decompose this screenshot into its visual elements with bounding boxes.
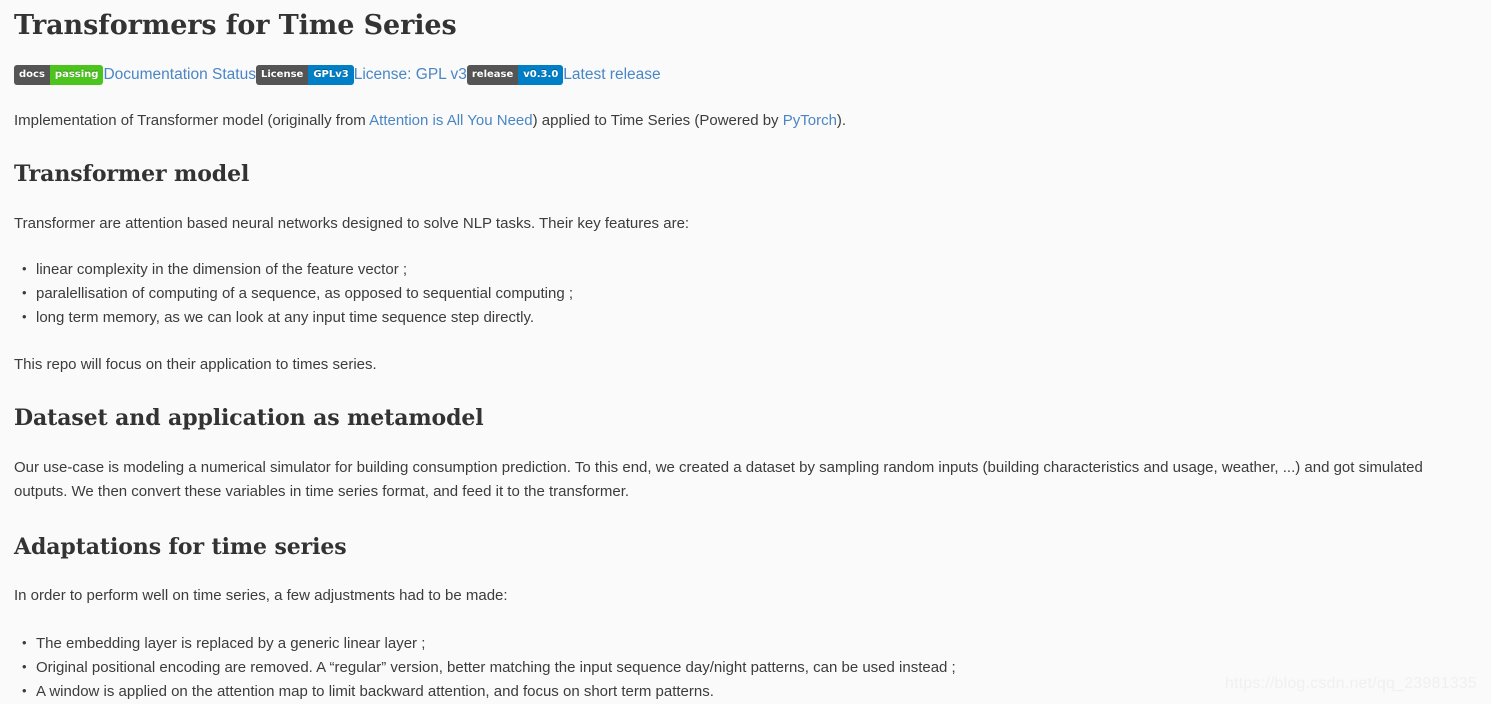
dataset-and-application-paragraph: Our use-case is modeling a numerical sim… xyxy=(14,458,1423,500)
license-link[interactable]: License: GPL v3 xyxy=(354,65,467,85)
adaptations-paragraph: In order to perform well on time series,… xyxy=(14,587,508,605)
docs-badge-right-label: passing xyxy=(49,65,104,86)
attention-paper-link[interactable]: Attention is All You Need xyxy=(369,112,532,129)
license-badge-left-label: License xyxy=(255,65,309,86)
list-item: paralellisation of computing of a sequen… xyxy=(22,281,1477,306)
list-item: long term memory, as we can look at any … xyxy=(22,305,1477,330)
release-badge[interactable]: release v0.3.0 xyxy=(466,65,564,86)
license-badge[interactable]: License GPLv3 xyxy=(255,65,354,86)
intro-text-part-3: ). xyxy=(836,112,847,130)
release-badge-right-label: v0.3.0 xyxy=(518,65,564,86)
transformer-model-closing-paragraph: This repo will focus on their applicatio… xyxy=(14,356,377,374)
section-heading-dataset-and-application: Dataset and application as metamodel xyxy=(14,405,484,432)
latest-release-link[interactable]: Latest release xyxy=(563,65,660,85)
intro-text-part-1: Implementation of Transformer model (ori… xyxy=(14,112,370,130)
intro-text-part-2: ) applied to Time Series (Powered by xyxy=(532,112,783,130)
list-item: A window is applied on the attention map… xyxy=(22,679,1477,704)
documentation-status-link[interactable]: Documentation Status xyxy=(103,65,256,85)
pytorch-link[interactable]: PyTorch xyxy=(783,112,837,129)
list-item: linear complexity in the dimension of th… xyxy=(22,257,1477,282)
list-item: Original positional encoding are removed… xyxy=(22,655,1477,680)
transformer-model-paragraph: Transformer are attention based neural n… xyxy=(14,215,690,233)
badge-row: docs passing Documentation Status License G… xyxy=(14,65,1477,86)
page-title: Transformers for Time Series xyxy=(14,10,457,41)
license-badge-right-label: GPLv3 xyxy=(308,65,354,86)
docs-badge[interactable]: docs passing xyxy=(14,65,104,86)
release-badge-left-label: release xyxy=(466,65,519,86)
section-heading-transformer-model: Transformer model xyxy=(14,161,250,188)
list-item: The embedding layer is replaced by a gen… xyxy=(22,631,1477,656)
readme-page: Transformers for Time Series docs passing… xyxy=(0,0,1491,704)
transformer-features-list: linear complexity in the dimension of th… xyxy=(14,257,1477,330)
docs-badge-left-label: docs xyxy=(14,65,50,86)
intro-paragraph: Implementation of Transformer model (ori… xyxy=(14,109,1477,133)
adaptations-list: The embedding layer is replaced by a gen… xyxy=(14,631,1477,704)
section-heading-adaptations-for-time-series: Adaptations for time series xyxy=(14,533,347,560)
